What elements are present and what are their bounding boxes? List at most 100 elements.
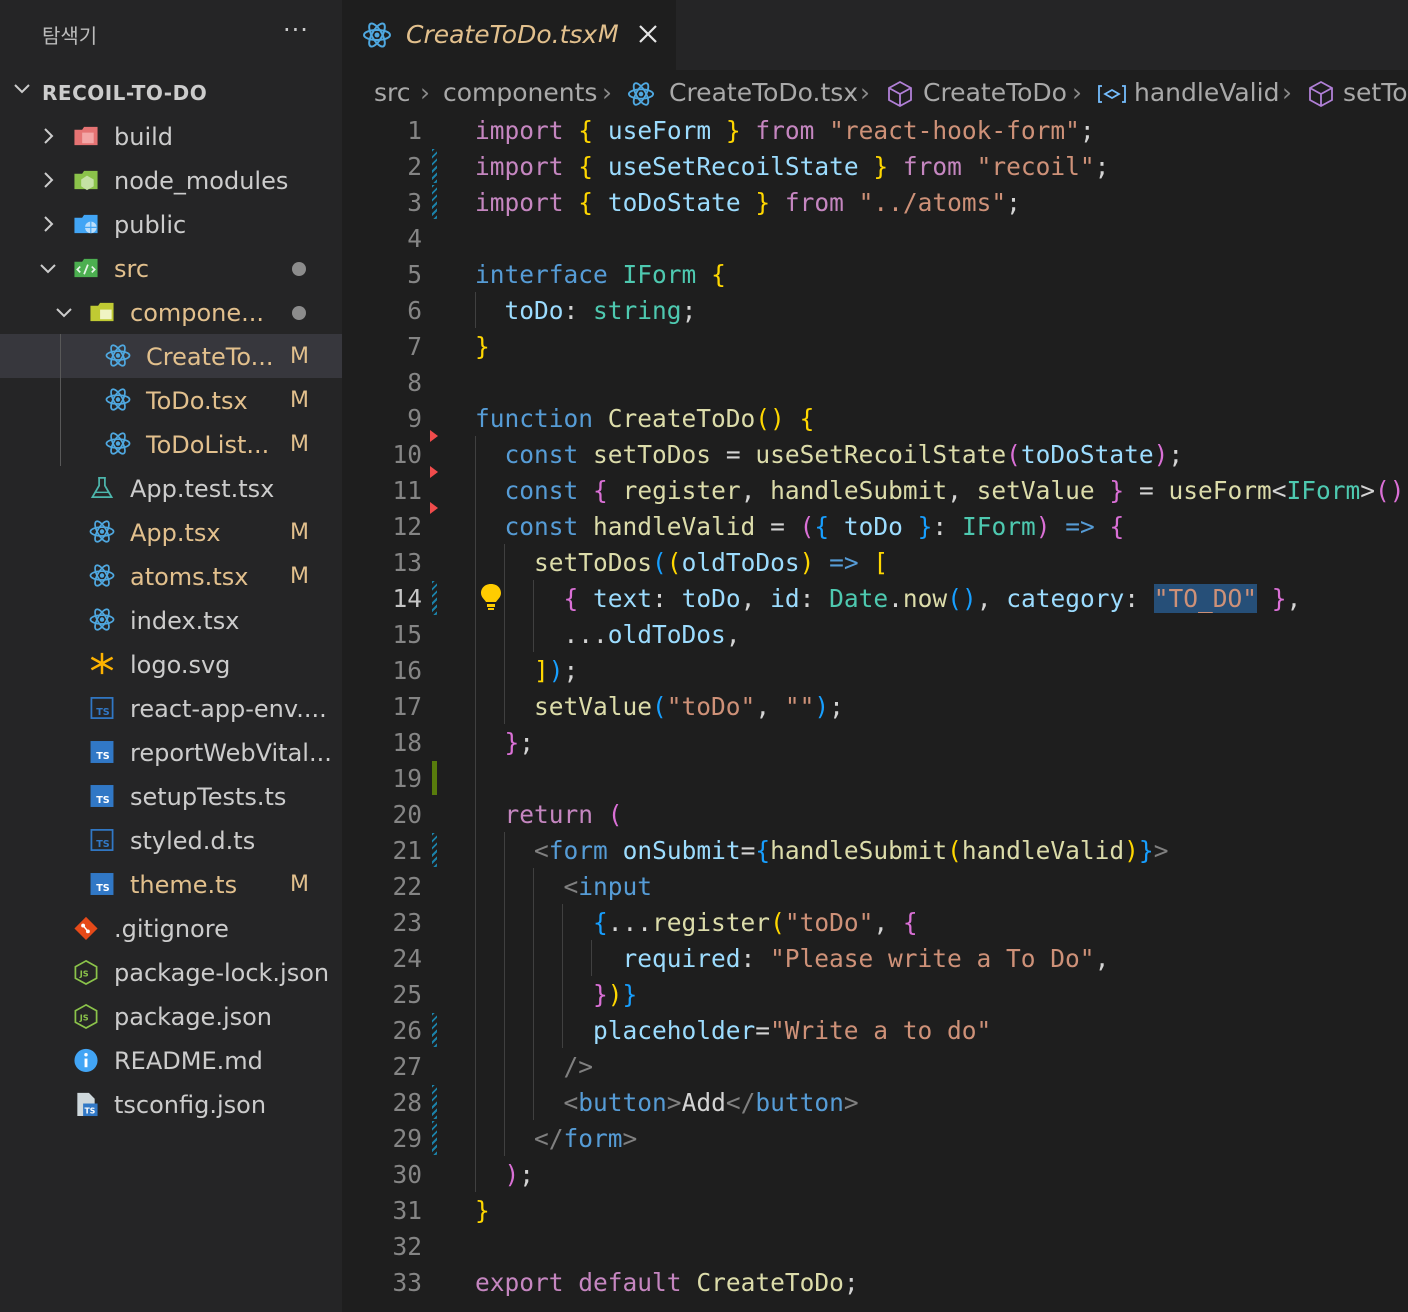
lightbulb-icon[interactable] [478,582,504,612]
tree-item[interactable]: src [0,246,342,290]
tab-title: CreateToDo.tsx [406,20,598,49]
tree-item[interactable]: README.md [0,1038,342,1082]
code-text: <form onSubmit={handleSubmit(handleValid… [534,836,1169,865]
gutter-modified-marker[interactable] [432,185,437,219]
code-text: })} [593,980,638,1009]
modified-badge: M [290,432,309,457]
code-line[interactable]: 15 ...oldToDos, [342,616,1408,652]
line-number: 3 [407,188,422,217]
tree-item[interactable]: TS setupTests.ts [0,774,342,818]
close-icon[interactable] [636,22,660,46]
code-line[interactable]: 28 <button>Add</button> [342,1084,1408,1120]
tree-item[interactable]: JS package.json [0,994,342,1038]
tree-item[interactable]: atoms.tsx M [0,554,342,598]
chevron-right-icon [44,216,54,232]
code-line[interactable]: 12 const handleValid = ({ toDo }: IForm)… [342,502,1408,544]
gutter-deleted-marker[interactable] [430,430,438,442]
tree-item-label: theme.ts [130,871,238,899]
code-line[interactable]: 13 setToDos((oldToDos) => [ [342,544,1408,580]
code-line[interactable]: 27 /> [342,1048,1408,1084]
svg-file-icon [90,652,114,675]
code-line[interactable]: 18 }; [342,724,1408,760]
tree-item[interactable]: TS tsconfig.json [0,1082,342,1126]
tab-createtodo[interactable]: CreateToDo.tsx M [342,0,676,70]
tree-item[interactable]: compone... [0,290,342,334]
code-line[interactable]: 30 ); [342,1156,1408,1192]
indent-guide [475,292,476,328]
breadcrumb-handlevalid[interactable]: handleValid [1134,78,1279,107]
breadcrumb-component[interactable]: CreateToDo [923,78,1067,107]
code-line[interactable]: 4 [342,220,1408,256]
code-line[interactable]: 23 {...register("toDo", { [342,904,1408,940]
breadcrumb-settodos[interactable]: setTo [1343,78,1408,107]
tree-item[interactable]: TS reportWebVital... [0,730,342,774]
tree-item-label: logo.svg [130,651,231,679]
code-line[interactable]: 17 setValue("toDo", ""); [342,688,1408,724]
gutter-modified-marker[interactable] [432,833,437,867]
tree-item[interactable]: TS styled.d.ts [0,818,342,862]
svg-text:TS: TS [96,707,110,718]
tree-item[interactable]: logo.svg [0,642,342,686]
component-cube-icon [1309,80,1333,108]
tree-item[interactable]: node_modules [0,158,342,202]
line-number: 26 [392,1016,422,1045]
code-line[interactable]: 21 <form onSubmit={handleSubmit(handleVa… [342,832,1408,868]
chevron-down-icon [40,264,56,274]
tree-item[interactable]: index.tsx [0,598,342,642]
tree-item[interactable]: TS react-app-env.... [0,686,342,730]
code-line[interactable]: 16 ]); [342,652,1408,688]
tree-item[interactable]: CreateTo... M [0,334,342,378]
code-line[interactable]: 20 return ( [342,796,1408,832]
info-icon [74,1048,98,1073]
code-text: required: "Please write a To Do", [622,944,1110,973]
tree-item[interactable]: App.test.tsx [0,466,342,510]
gutter-modified-marker[interactable] [432,1121,437,1155]
tree-item[interactable]: TS theme.ts M [0,862,342,906]
code-line[interactable]: 7} [342,328,1408,364]
gutter-modified-marker[interactable] [432,1085,437,1119]
src-folder-icon [74,258,98,278]
code-line[interactable]: 5 interface IForm { [342,256,1408,292]
code-line[interactable]: 10 const setToDos = useSetRecoilState(to… [342,430,1408,472]
code-line[interactable]: 24 required: "Please write a To Do", [342,940,1408,976]
tree-item[interactable]: App.tsx M [0,510,342,554]
svg-text:JS: JS [79,968,89,978]
line-number: 4 [407,224,422,253]
code-line[interactable]: 31} [342,1192,1408,1228]
code-line[interactable]: 9 function CreateToDo() { [342,400,1408,436]
code-line[interactable]: 6 toDo: string; [342,292,1408,328]
more-actions-icon[interactable]: ··· [283,16,309,44]
code-line[interactable]: 11 const { register, handleSubmit, setVa… [342,466,1408,508]
breadcrumb-src[interactable]: src [374,78,411,107]
code-line[interactable]: 2 import { useSetRecoilState } from "reco… [342,148,1408,184]
indent-guide [503,832,505,1156]
tree-item[interactable]: public [0,202,342,246]
breadcrumb-file[interactable]: CreateToDo.tsx [669,78,858,107]
editor-area: CreateToDo.tsx M src › components › Crea… [342,0,1408,1312]
tree-item[interactable]: .gitignore [0,906,342,950]
gutter-modified-marker[interactable] [432,149,437,183]
code-line[interactable]: 1 import { useForm } from "react-hook-for… [342,112,1408,148]
gutter-added-marker[interactable] [432,761,437,795]
tree-item[interactable]: build [0,114,342,158]
code-line[interactable]: 33 export default CreateToDo; [342,1264,1408,1300]
code-line[interactable]: 22 <input [342,868,1408,904]
workspace-root[interactable]: RECOIL-TO-DO [0,72,342,112]
gutter-modified-marker[interactable] [432,1013,437,1047]
gutter-modified-marker[interactable] [432,581,437,615]
code-line[interactable]: 25 })} [342,976,1408,1012]
breadcrumb-components[interactable]: components [443,78,597,107]
code-line[interactable]: 3 import { toDoState } from "../atoms"; [342,184,1408,220]
code-line[interactable]: 32 [342,1228,1408,1264]
code-line[interactable]: 26 placeholder="Write a to do" [342,1012,1408,1048]
tree-item[interactable]: ToDoList... M [0,422,342,466]
code-line[interactable]: 29 </form> [342,1120,1408,1156]
code-line[interactable]: 19 [342,760,1408,796]
gutter-deleted-marker[interactable] [430,466,438,478]
tree-item[interactable]: ToDo.tsx M [0,378,342,422]
code-line[interactable]: 8 [342,364,1408,400]
tree-item-label: atoms.tsx [130,563,249,591]
gutter-deleted-marker[interactable] [430,502,438,514]
tree-item[interactable]: JS package-lock.json [0,950,342,994]
code-line[interactable]: 14 { text: toDo, id: Date.now(), categor… [342,580,1408,616]
